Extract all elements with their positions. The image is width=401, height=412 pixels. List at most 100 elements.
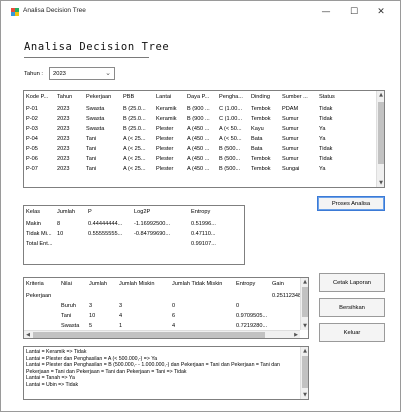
table-cell[interactable]: Plester [154,164,185,174]
column-header[interactable]: Jumlah Miskin [117,278,170,291]
column-header[interactable]: P [86,206,132,219]
table-cell[interactable]: Total Ent... [24,239,55,249]
table-cell[interactable]: 0.47110... [189,229,236,239]
table-cell[interactable]: A (< 25... [121,134,154,144]
close-icon[interactable]: ✕ [371,3,391,21]
entropy-row[interactable]: Total Ent... 0.99107... [24,239,236,249]
table-cell[interactable]: Tani [84,144,121,154]
table-cell[interactable]: 0 [234,301,270,311]
column-header[interactable]: Kriteria [24,278,59,291]
scroll-right-icon[interactable]: ▶ [292,331,300,338]
column-header[interactable]: Pengha... [217,91,249,104]
table-cell[interactable]: 8 [55,219,86,229]
rules-vscroll[interactable]: ▲ ▼ [300,347,308,399]
table-cell[interactable] [87,291,117,301]
table-cell[interactable]: Sumur [280,114,317,124]
table-cell[interactable]: P-04 [24,134,55,144]
table-cell[interactable]: 2023 [55,144,84,154]
table-cell[interactable] [24,311,59,321]
table-cell[interactable]: Bata [249,134,280,144]
tahun-combobox[interactable]: 2023 ⌄ [49,67,115,80]
table-cell[interactable]: Tidak [317,154,378,164]
column-header[interactable]: Daya P... [185,91,217,104]
gain-row[interactable]: Tani 10 4 6 0.9709505... [24,311,308,321]
column-header[interactable]: PBB [121,91,154,104]
cetak-laporan-button[interactable]: Cetak Laporan [319,273,385,292]
table-cell[interactable]: 10 [87,311,117,321]
table-cell[interactable]: Plester [154,134,185,144]
table-cell[interactable]: 0.51996... [189,219,236,229]
table-cell[interactable]: Tani [59,311,87,321]
table-cell[interactable]: Swasta [84,114,121,124]
table-cell[interactable]: A (450 ... [185,154,217,164]
column-header[interactable]: Lantai [154,91,185,104]
column-header[interactable]: Status [317,91,378,104]
column-header[interactable]: Jumlah [87,278,117,291]
table-cell[interactable]: C (1.00... [217,104,249,114]
column-header[interactable]: Log2P [132,206,189,219]
scroll-up-icon[interactable]: ▲ [301,278,308,286]
scroll-thumb[interactable] [33,332,265,338]
table-cell[interactable]: 2023 [55,134,84,144]
data-grid-row[interactable]: P-07 2023 Tani A (< 25... Plester A (450 ... B… [24,164,378,174]
table-cell[interactable]: 3 [117,301,170,311]
gain-grid-vscroll[interactable]: ▲ ▼ [300,278,308,330]
table-cell[interactable]: A (450 ... [185,164,217,174]
table-cell[interactable] [117,291,170,301]
title-bar[interactable]: Analisa Decision Tree — ☐ ✕ [1,1,400,23]
table-cell[interactable]: A (< 25... [121,154,154,164]
table-cell[interactable]: Sumur [280,144,317,154]
table-cell[interactable]: Plester [154,124,185,134]
proses-analisa-button[interactable]: Proses Analisa [317,196,385,211]
table-cell[interactable]: 2023 [55,104,84,114]
table-cell[interactable]: PDAM [280,104,317,114]
column-header[interactable]: Sumber ... [280,91,317,104]
table-cell[interactable]: 0.99107... [189,239,236,249]
scroll-down-icon[interactable]: ▼ [301,322,308,330]
table-cell[interactable]: 6 [170,311,234,321]
table-cell[interactable]: Pekerjaan [24,291,59,301]
table-cell[interactable]: 3 [87,301,117,311]
table-cell[interactable]: 10 [55,229,86,239]
table-cell[interactable]: P-03 [24,124,55,134]
entropy-row[interactable]: Makin 8 0.44444444... -1.16992500... 0.51996… [24,219,236,229]
table-cell[interactable]: 2023 [55,154,84,164]
table-cell[interactable]: A (< 50... [217,134,249,144]
table-cell[interactable]: A (450 ... [185,124,217,134]
rules-textbox[interactable]: Lantai = Keramik => Tidak Lantai = Pleste… [23,346,309,400]
column-header[interactable]: Tahun [55,91,84,104]
column-header[interactable]: Jumlah Tidak Miskin [170,278,234,291]
scroll-up-icon[interactable]: ▲ [301,347,308,355]
table-cell[interactable]: Tani [84,134,121,144]
table-cell[interactable]: 0.55555555... [86,229,132,239]
column-header[interactable]: Jumlah [55,206,86,219]
data-grid-row[interactable]: P-06 2023 Tani A (< 25... Plester A (450 ... B… [24,154,378,164]
table-cell[interactable]: Keramik [154,114,185,124]
table-cell[interactable]: Tembok [249,164,280,174]
column-header[interactable]: Entropy [189,206,236,219]
scroll-thumb[interactable] [302,287,308,317]
gain-grid[interactable]: Kriteria Nilai Jumlah Jumlah Miskin Jumlah T… [23,277,309,339]
data-grid-row[interactable]: P-01 2023 Swasta B (25.0... Keramik B (900 ..… [24,104,378,114]
scroll-thumb[interactable] [302,356,308,388]
table-cell[interactable] [86,239,132,249]
table-cell[interactable]: Tani [84,154,121,164]
table-cell[interactable]: Tidak [317,144,378,154]
table-cell[interactable]: P-07 [24,164,55,174]
scroll-thumb[interactable] [378,102,384,164]
table-cell[interactable]: -1.16992500... [132,219,189,229]
table-cell[interactable]: Makin [24,219,55,229]
table-cell[interactable] [55,239,86,249]
table-cell[interactable]: Tidak Mi... [24,229,55,239]
scroll-down-icon[interactable]: ▼ [377,179,384,187]
table-cell[interactable]: C (1.00... [217,114,249,124]
table-cell[interactable]: Ya [317,164,378,174]
table-cell[interactable] [59,291,87,301]
entropy-grid[interactable]: Kelas Jumlah P Log2P Entropy Makin 8 0.44444444… [23,205,245,265]
table-cell[interactable]: 4 [117,311,170,321]
data-grid[interactable]: Kode P... Tahun Pekerjaan PBB Lantai Daya P..… [23,90,385,188]
table-cell[interactable]: A (< 50... [217,124,249,134]
table-cell[interactable]: B (500... [217,144,249,154]
bersihkan-button[interactable]: Bersihkan [319,298,385,317]
data-grid-vscroll[interactable]: ▲ ▼ [376,91,384,187]
